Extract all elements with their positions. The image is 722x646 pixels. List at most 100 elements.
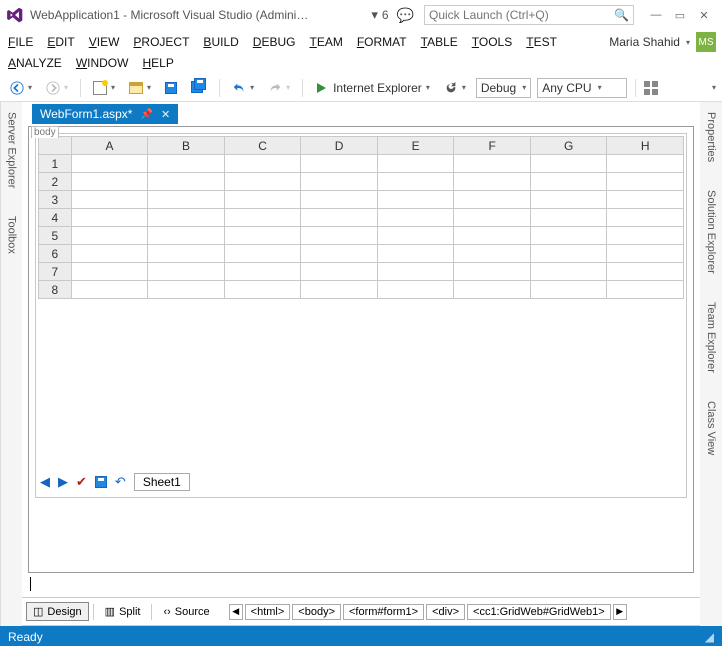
cell[interactable] bbox=[71, 227, 148, 245]
active-document-tab[interactable]: WebForm1.aspx* 📌 ✕ bbox=[32, 104, 178, 124]
menu-analyze[interactable]: ANALYZE bbox=[8, 56, 62, 70]
menu-project[interactable]: PROJECT bbox=[133, 35, 189, 49]
row-header[interactable]: 7 bbox=[39, 263, 72, 281]
crumb-form[interactable]: <form#form1> bbox=[343, 604, 424, 620]
toolbar-overflow-icon[interactable]: ▾ bbox=[712, 83, 716, 92]
cell[interactable] bbox=[607, 173, 684, 191]
menu-edit[interactable]: EDIT bbox=[47, 35, 74, 49]
cell[interactable] bbox=[148, 209, 225, 227]
browser-refresh-button[interactable]: ▾ bbox=[440, 79, 470, 97]
cell[interactable] bbox=[377, 281, 454, 299]
cell[interactable] bbox=[454, 263, 531, 281]
cell[interactable] bbox=[454, 209, 531, 227]
tab-close-icon[interactable]: ✕ bbox=[161, 108, 170, 121]
cell[interactable] bbox=[607, 209, 684, 227]
menu-file[interactable]: FILE bbox=[8, 35, 33, 49]
crumb-prev-button[interactable]: ◀ bbox=[229, 604, 243, 620]
solution-platform-combo[interactable]: Any CPU▾ bbox=[537, 78, 627, 98]
cell[interactable] bbox=[530, 263, 607, 281]
menu-build[interactable]: BUILD bbox=[203, 35, 238, 49]
cell[interactable] bbox=[377, 173, 454, 191]
cell[interactable] bbox=[454, 155, 531, 173]
cell[interactable] bbox=[530, 245, 607, 263]
cell[interactable] bbox=[530, 191, 607, 209]
open-button[interactable]: ▾ bbox=[125, 80, 155, 96]
nav-forward-button[interactable]: ▾ bbox=[42, 79, 72, 97]
cell[interactable] bbox=[454, 281, 531, 299]
cell[interactable] bbox=[224, 227, 301, 245]
feedback-icon[interactable]: 💬 bbox=[397, 7, 414, 24]
undo-button[interactable]: ▾ bbox=[228, 79, 258, 97]
cell[interactable] bbox=[530, 173, 607, 191]
cell[interactable] bbox=[71, 155, 148, 173]
cell[interactable] bbox=[71, 263, 148, 281]
cell[interactable] bbox=[607, 281, 684, 299]
crumb-div[interactable]: <div> bbox=[426, 604, 465, 620]
row-header[interactable]: 8 bbox=[39, 281, 72, 299]
close-button[interactable]: ✕ bbox=[692, 4, 716, 26]
minimize-button[interactable]: — bbox=[644, 4, 668, 26]
col-header[interactable]: D bbox=[301, 137, 378, 155]
user-name[interactable]: Maria Shahid bbox=[609, 35, 680, 49]
source-view-button[interactable]: ‹›Source bbox=[156, 603, 216, 621]
cell[interactable] bbox=[148, 263, 225, 281]
user-menu-arrow-icon[interactable]: ▾ bbox=[686, 38, 690, 47]
cell[interactable] bbox=[148, 227, 225, 245]
sheet-tab[interactable]: Sheet1 bbox=[134, 473, 190, 491]
quick-launch-box[interactable]: 🔍 bbox=[424, 5, 634, 25]
cell[interactable] bbox=[530, 227, 607, 245]
col-header[interactable]: A bbox=[71, 137, 148, 155]
cell[interactable] bbox=[301, 245, 378, 263]
cell[interactable] bbox=[377, 227, 454, 245]
selection-tag[interactable]: body bbox=[31, 126, 59, 138]
cell[interactable] bbox=[148, 245, 225, 263]
redo-button[interactable]: ▾ bbox=[264, 79, 294, 97]
cell[interactable] bbox=[71, 281, 148, 299]
cell[interactable] bbox=[301, 173, 378, 191]
save-all-button[interactable] bbox=[187, 79, 211, 97]
col-header[interactable]: C bbox=[224, 137, 301, 155]
menu-table[interactable]: TABLE bbox=[421, 35, 458, 49]
team-explorer-tab[interactable]: Team Explorer bbox=[705, 298, 717, 377]
menu-window[interactable]: WINDOW bbox=[76, 56, 129, 70]
commit-icon[interactable]: ✔ bbox=[76, 474, 87, 490]
col-header[interactable]: H bbox=[607, 137, 684, 155]
cell[interactable] bbox=[71, 245, 148, 263]
notification-flag-icon[interactable]: ▾ bbox=[371, 7, 378, 23]
grid-save-icon[interactable] bbox=[95, 476, 107, 488]
grid-corner[interactable] bbox=[39, 137, 72, 155]
gridweb-control[interactable]: A B C D E F G H 1 2 3 4 5 6 7 bbox=[35, 133, 687, 498]
solution-explorer-tab[interactable]: Solution Explorer bbox=[705, 186, 717, 278]
cell[interactable] bbox=[301, 281, 378, 299]
crumb-body[interactable]: <body> bbox=[292, 604, 341, 620]
cell[interactable] bbox=[377, 155, 454, 173]
cell[interactable] bbox=[224, 209, 301, 227]
user-avatar[interactable]: MS bbox=[696, 32, 716, 52]
pin-icon[interactable]: 📌 bbox=[140, 109, 152, 120]
cell[interactable] bbox=[71, 191, 148, 209]
menu-tools[interactable]: TOOLS bbox=[472, 35, 512, 49]
cell[interactable] bbox=[607, 227, 684, 245]
row-header[interactable]: 1 bbox=[39, 155, 72, 173]
spreadsheet-grid[interactable]: A B C D E F G H 1 2 3 4 5 6 7 bbox=[38, 136, 684, 299]
solution-config-combo[interactable]: Debug▾ bbox=[476, 78, 531, 98]
design-view-button[interactable]: ◫Design bbox=[26, 602, 89, 621]
sheet-prev-icon[interactable]: ◀ bbox=[40, 474, 50, 490]
toolbox-tab[interactable]: Toolbox bbox=[6, 212, 18, 258]
quick-launch-input[interactable] bbox=[429, 8, 614, 22]
designer-surface[interactable]: body A B C D E F G H 1 2 bbox=[28, 126, 694, 573]
cell[interactable] bbox=[224, 245, 301, 263]
cell[interactable] bbox=[301, 263, 378, 281]
cell[interactable] bbox=[530, 281, 607, 299]
menu-debug[interactable]: DEBUG bbox=[253, 35, 296, 49]
cell[interactable] bbox=[148, 281, 225, 299]
maximize-button[interactable]: ▭ bbox=[668, 4, 692, 26]
menu-view[interactable]: VIEW bbox=[89, 35, 120, 49]
cell[interactable] bbox=[530, 209, 607, 227]
cell[interactable] bbox=[301, 209, 378, 227]
cell[interactable] bbox=[454, 173, 531, 191]
col-header[interactable]: G bbox=[530, 137, 607, 155]
crumb-html[interactable]: <html> bbox=[245, 604, 291, 620]
cell[interactable] bbox=[148, 191, 225, 209]
row-header[interactable]: 2 bbox=[39, 173, 72, 191]
